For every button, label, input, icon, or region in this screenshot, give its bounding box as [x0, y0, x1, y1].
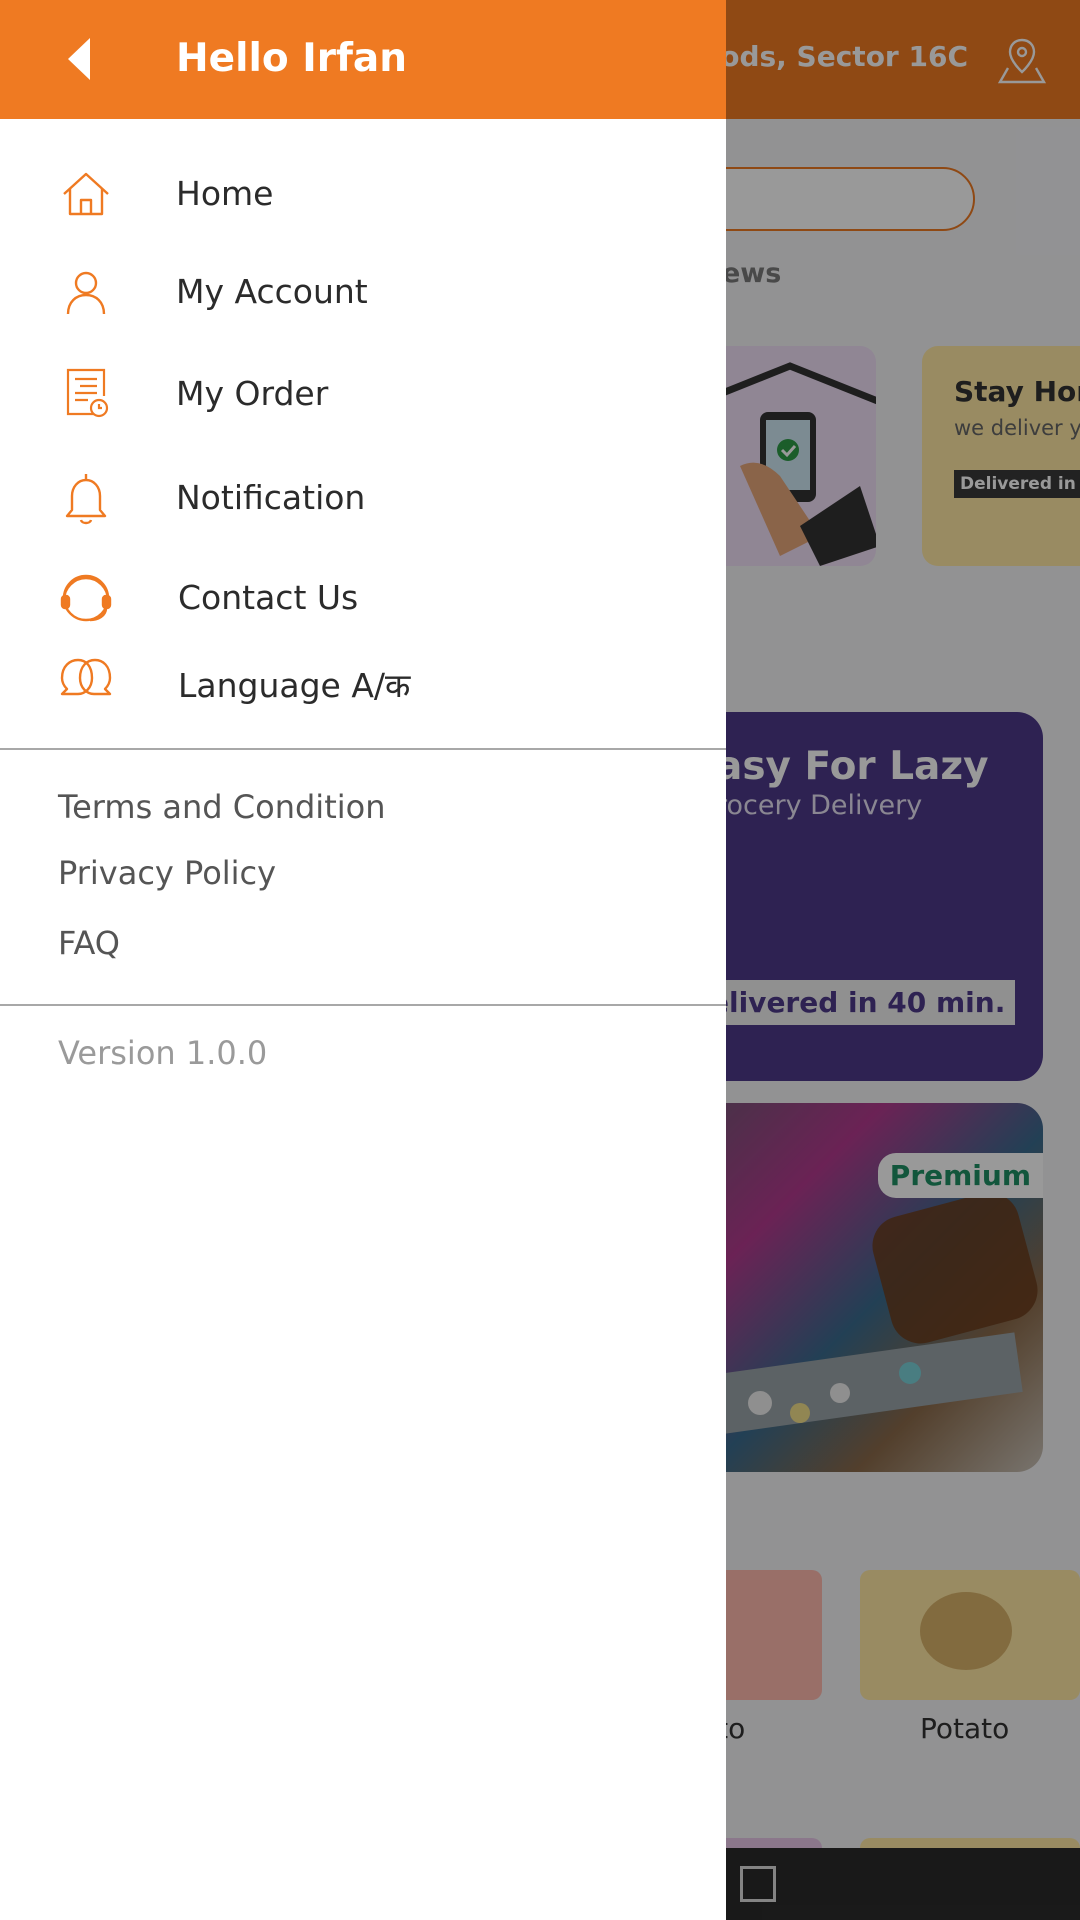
- menu-item-label: Contact Us: [178, 578, 359, 617]
- order-receipt-icon: [58, 366, 114, 422]
- home-icon: [58, 166, 114, 222]
- navigation-drawer: Hello Irfan Home My Account My Order Not…: [0, 0, 726, 1920]
- menu-item-label: Home: [176, 174, 274, 213]
- menu-item-notification[interactable]: Notification: [0, 456, 726, 540]
- app-version: Version 1.0.0: [58, 1034, 268, 1072]
- menu-item-my-order[interactable]: My Order: [0, 352, 726, 436]
- drawer-header: Hello Irfan: [0, 0, 726, 119]
- language-icon: [58, 654, 114, 710]
- privacy-policy-link[interactable]: Privacy Policy: [58, 854, 276, 892]
- menu-item-label: Notification: [176, 478, 366, 517]
- menu-item-contact-us[interactable]: Contact Us: [0, 556, 726, 640]
- terms-link[interactable]: Terms and Condition: [58, 788, 385, 826]
- drawer-divider: [0, 1004, 726, 1006]
- menu-item-language[interactable]: Language A/क: [0, 640, 726, 724]
- headset-icon: [58, 570, 114, 626]
- drawer-title: Hello Irfan: [176, 36, 407, 81]
- menu-item-home[interactable]: Home: [0, 152, 726, 236]
- menu-item-label: Language A/क: [178, 666, 411, 705]
- drawer-divider: [0, 748, 726, 750]
- menu-item-my-account[interactable]: My Account: [0, 250, 726, 334]
- menu-item-label: My Order: [176, 374, 329, 413]
- user-icon: [58, 264, 114, 320]
- back-arrow-icon[interactable]: [48, 28, 110, 90]
- menu-item-label: My Account: [176, 272, 368, 311]
- faq-link[interactable]: FAQ: [58, 924, 120, 962]
- bell-icon: [58, 470, 114, 526]
